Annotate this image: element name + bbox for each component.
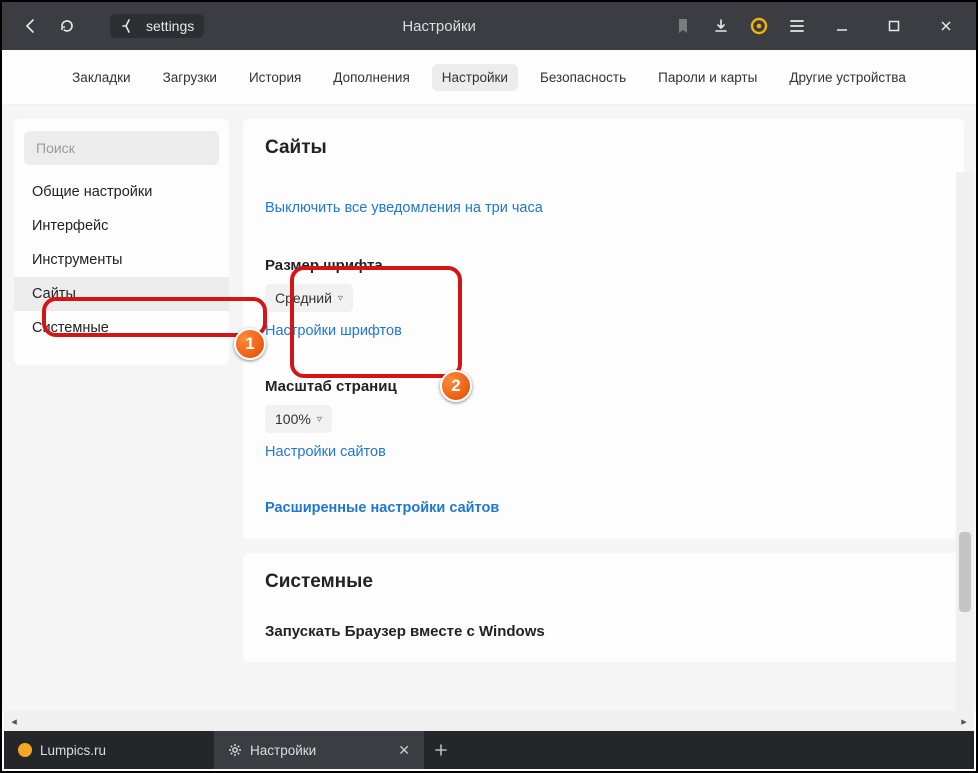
sidebar-item-interface[interactable]: Интерфейс [14, 209, 229, 243]
window-maximize[interactable] [878, 10, 910, 42]
window-titlebar: settings Настройки [2, 2, 976, 50]
tab-label: Lumpics.ru [40, 743, 106, 758]
hscroll-right[interactable]: ▸ [954, 711, 974, 731]
tab-close-icon[interactable]: ✕ [398, 742, 410, 759]
mute-notifications-link[interactable]: Выключить все уведомления на три часа [265, 200, 543, 216]
hscroll-left[interactable]: ◂ [4, 711, 24, 731]
chevron-down-icon: ▿ [317, 414, 322, 425]
settings-sidebar: Поиск Общие настройки Интерфейс Инструме… [14, 119, 229, 365]
autostart-label: Запускать Браузер вместе с Windows [265, 623, 942, 640]
settings-topnav: Закладки Загрузки История Дополнения Нас… [2, 50, 976, 105]
yandex-icon [120, 18, 136, 34]
system-heading: Системные [265, 571, 942, 593]
extensions-icon[interactable] [750, 17, 768, 35]
sidebar-item-sites[interactable]: Сайты [14, 277, 229, 311]
topnav-security[interactable]: Безопасность [530, 64, 636, 91]
page-title: Настройки [204, 18, 674, 35]
topnav-devices[interactable]: Другие устройства [779, 64, 916, 91]
titlebar-left: settings [2, 14, 204, 38]
menu-icon[interactable] [788, 17, 806, 35]
sidebar-search[interactable]: Поиск [24, 131, 219, 165]
address-text: settings [146, 18, 194, 34]
address-box[interactable]: settings [110, 14, 204, 38]
back-button[interactable] [22, 17, 40, 35]
advanced-site-settings-link[interactable]: Расширенные настройки сайтов [265, 500, 499, 516]
system-card: Системные Запускать Браузер вместе с Win… [243, 553, 964, 662]
new-tab-button[interactable] [424, 731, 458, 769]
zoom-dropdown[interactable]: 100% ▿ [265, 405, 332, 433]
topnav-downloads[interactable]: Загрузки [153, 64, 227, 91]
bookmark-icon[interactable] [674, 17, 692, 35]
tab-settings[interactable]: Настройки ✕ [214, 731, 424, 769]
chevron-down-icon: ▿ [338, 293, 343, 304]
tab-label: Настройки [250, 743, 316, 758]
tab-lumpics[interactable]: Lumpics.ru [4, 731, 214, 769]
sidebar-item-tools[interactable]: Инструменты [14, 243, 229, 277]
font-size-dropdown[interactable]: Средний ▿ [265, 284, 353, 312]
reload-button[interactable] [58, 17, 76, 35]
content-area: Поиск Общие настройки Интерфейс Инструме… [2, 105, 976, 711]
gear-icon [228, 743, 242, 757]
browser-tabstrip: Lumpics.ru Настройки ✕ [4, 731, 974, 769]
topnav-bookmarks[interactable]: Закладки [62, 64, 140, 91]
sites-heading: Сайты [265, 137, 942, 159]
zoom-label: Масштаб страниц [265, 378, 942, 395]
titlebar-right [674, 10, 976, 42]
settings-main: Сайты Выключить все уведомления на три ч… [243, 119, 964, 711]
favicon-lumpics [18, 743, 32, 757]
sidebar-item-general[interactable]: Общие настройки [14, 175, 229, 209]
topnav-history[interactable]: История [239, 64, 311, 91]
window-minimize[interactable] [826, 10, 858, 42]
search-placeholder: Поиск [36, 140, 75, 156]
downloads-icon[interactable] [712, 17, 730, 35]
vertical-scrollbar-thumb[interactable] [959, 532, 971, 612]
topnav-addons[interactable]: Дополнения [323, 64, 419, 91]
font-size-label: Размер шрифта [265, 257, 942, 274]
window-close[interactable] [930, 10, 962, 42]
font-size-value: Средний [275, 290, 332, 306]
font-settings-link[interactable]: Настройки шрифтов [265, 323, 402, 339]
sidebar-item-system[interactable]: Системные [14, 311, 229, 345]
site-settings-link[interactable]: Настройки сайтов [265, 444, 386, 460]
topnav-passwords[interactable]: Пароли и карты [648, 64, 767, 91]
horizontal-scrollbar[interactable]: ◂ ▸ [4, 711, 974, 731]
topnav-settings[interactable]: Настройки [432, 64, 518, 91]
sites-card: Сайты Выключить все уведомления на три ч… [243, 119, 964, 539]
vertical-scrollbar[interactable] [956, 172, 974, 711]
zoom-value: 100% [275, 411, 311, 427]
